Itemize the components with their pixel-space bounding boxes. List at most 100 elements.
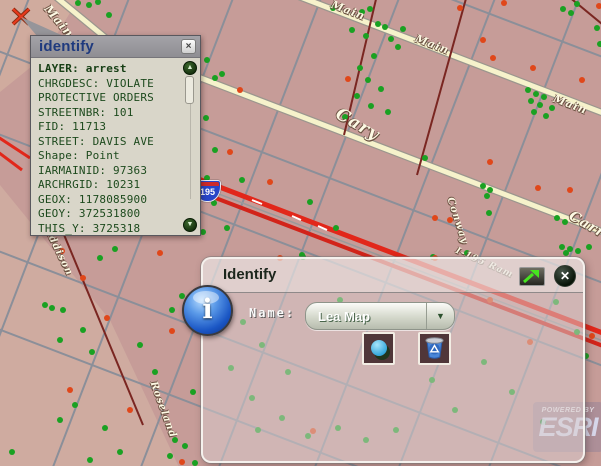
- arrest-point: [531, 109, 537, 115]
- arrest-point: [562, 219, 568, 225]
- arrest-point: [575, 248, 581, 254]
- incident-point: [59, 248, 65, 254]
- arrest-point: [112, 246, 118, 252]
- arrest-point: [368, 103, 374, 109]
- arrest-point: [307, 199, 313, 205]
- identify-dialog-header[interactable]: Identify ✕: [203, 259, 583, 293]
- identify-popup-title: identify: [39, 38, 94, 55]
- popout-button[interactable]: [519, 267, 545, 286]
- arrest-point: [357, 65, 363, 71]
- arrest-point: [594, 25, 600, 31]
- identify-popup-titlebar[interactable]: identify ×: [31, 36, 200, 58]
- arrest-point: [172, 437, 178, 443]
- scroll-up-icon[interactable]: ▲: [183, 61, 197, 75]
- identify-popup: identify × LAYER: arrest CHRGDESC: VIOLAT…: [30, 35, 201, 236]
- arrest-point: [395, 44, 401, 50]
- incident-point: [179, 459, 185, 465]
- identify-point-icon: [371, 340, 387, 356]
- arrest-point: [224, 225, 230, 231]
- arrest-point: [375, 21, 381, 27]
- incident-point: [487, 159, 493, 165]
- arrest-point: [385, 109, 391, 115]
- arrest-point: [169, 307, 175, 313]
- arrest-point: [378, 86, 384, 92]
- incident-point: [530, 65, 536, 71]
- identify-point-tool-button[interactable]: [362, 332, 395, 365]
- arrest-point: [49, 305, 55, 311]
- identify-dialog: Identify ✕ i Name: Lea Map ▼: [182, 257, 585, 463]
- arrest-point: [106, 12, 112, 18]
- incident-point: [127, 407, 133, 413]
- incident-point: [169, 328, 175, 334]
- incident-point: [579, 77, 585, 83]
- arrest-point: [525, 87, 531, 93]
- arrest-point: [182, 443, 188, 449]
- attribute-line: GEOY: 372531800: [38, 207, 141, 221]
- arrest-point: [568, 10, 574, 16]
- arrest-point: [349, 27, 355, 33]
- identify-attributes-list: LAYER: arrest CHRGDESC: VIOLATE PROTECTIVE…: [31, 58, 200, 235]
- arrest-point: [330, 5, 336, 11]
- incident-point: [237, 87, 243, 93]
- close-icon[interactable]: ×: [181, 39, 196, 54]
- arrest-point: [480, 183, 486, 189]
- arrest-point: [382, 24, 388, 30]
- arrest-point: [537, 102, 543, 108]
- arrest-point: [533, 91, 539, 97]
- arrest-point: [371, 53, 377, 59]
- arrest-point: [75, 0, 81, 6]
- incident-point: [457, 5, 463, 11]
- arrest-point: [464, 250, 470, 256]
- arrest-point: [57, 337, 63, 343]
- layer-select-dropdown[interactable]: Lea Map ▼: [305, 302, 455, 330]
- arrest-point: [543, 113, 549, 119]
- arrest-point: [89, 349, 95, 355]
- attribute-line: GEOX: 1178085900: [38, 192, 148, 206]
- arrest-point: [400, 26, 406, 32]
- incident-point: [447, 217, 453, 223]
- incident-point: [345, 76, 351, 82]
- identify-dialog-title: Identify: [223, 266, 277, 283]
- arrest-point: [203, 115, 209, 121]
- incident-point: [80, 275, 86, 281]
- arrest-point: [9, 449, 15, 455]
- arrest-point: [586, 244, 592, 250]
- arrest-point: [97, 255, 103, 261]
- layer-select-value: Lea Map: [318, 308, 371, 324]
- attribute-line: STREET: DAVIS AVE: [38, 134, 154, 148]
- info-icon: i: [182, 285, 233, 336]
- arrest-point: [484, 193, 490, 199]
- incident-point: [104, 315, 110, 321]
- attribute-line: ARCHRGID: 10231: [38, 178, 141, 192]
- attribute-line: FID: 11713: [38, 120, 107, 134]
- arrest-point: [354, 93, 360, 99]
- incident-point: [567, 187, 573, 193]
- clear-results-button[interactable]: [418, 332, 451, 365]
- incident-point: [432, 215, 438, 221]
- arrest-point: [219, 71, 225, 77]
- map-viewer: Main Main Main Main Cary Carr Conway Addison Ros…: [0, 0, 601, 466]
- attribute-line: IARMAINID: 97363: [38, 163, 148, 177]
- incident-point: [67, 387, 73, 393]
- scroll-down-icon[interactable]: ▼: [183, 218, 197, 232]
- arrest-point: [152, 369, 158, 375]
- chevron-down-icon[interactable]: ▼: [426, 303, 454, 329]
- arrest-point: [549, 105, 555, 111]
- arrest-point: [86, 2, 92, 8]
- scrollbar-thumb[interactable]: [185, 76, 194, 104]
- incident-point: [227, 149, 233, 155]
- close-icon[interactable]: ✕: [554, 265, 576, 287]
- arrest-point: [359, 9, 365, 15]
- incident-point: [501, 0, 507, 6]
- attribute-line: STREETNBR: 101: [38, 105, 134, 119]
- arrest-point: [212, 75, 218, 81]
- arrest-point: [486, 210, 492, 216]
- arrest-point: [422, 155, 428, 161]
- arrest-point: [574, 1, 580, 7]
- arrest-point: [212, 147, 218, 153]
- arrest-point: [333, 225, 339, 231]
- arrest-point: [167, 453, 173, 459]
- incident-point: [267, 179, 273, 185]
- arrest-point: [192, 460, 198, 466]
- arrest-point: [57, 417, 63, 423]
